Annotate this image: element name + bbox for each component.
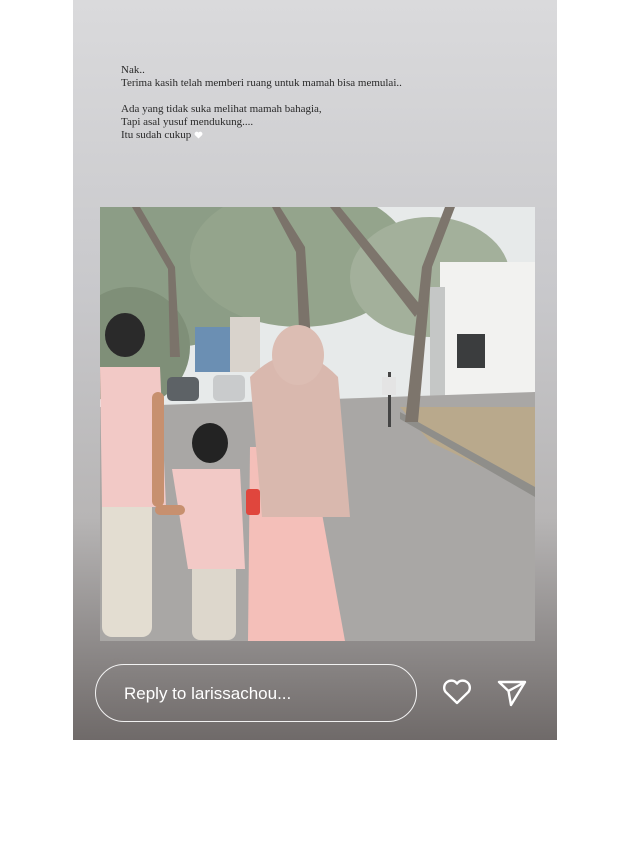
reply-input[interactable]: Reply to larissachou... bbox=[95, 664, 417, 722]
white-heart-emoji-icon bbox=[194, 131, 203, 139]
reply-placeholder: Reply to larissachou... bbox=[124, 684, 292, 703]
story-viewer: Nak.. Terima kasih telah memberi ruang u… bbox=[73, 0, 557, 740]
caption-line: Tapi asal yusuf mendukung.... bbox=[121, 116, 254, 128]
caption-line: Nak.. bbox=[121, 64, 145, 76]
caption-line: Terima kasih telah memberi ruang untuk m… bbox=[121, 77, 402, 89]
send-icon[interactable] bbox=[494, 674, 530, 710]
story-caption: Nak.. Terima kasih telah memberi ruang u… bbox=[121, 64, 521, 142]
caption-line: Itu sudah cukup bbox=[121, 129, 192, 141]
story-photo bbox=[100, 207, 535, 641]
caption-line: Ada yang tidak suka melihat mamah bahagi… bbox=[121, 103, 322, 115]
heart-icon[interactable] bbox=[439, 674, 475, 710]
caption-line-last: Itu sudah cukup bbox=[121, 129, 521, 142]
